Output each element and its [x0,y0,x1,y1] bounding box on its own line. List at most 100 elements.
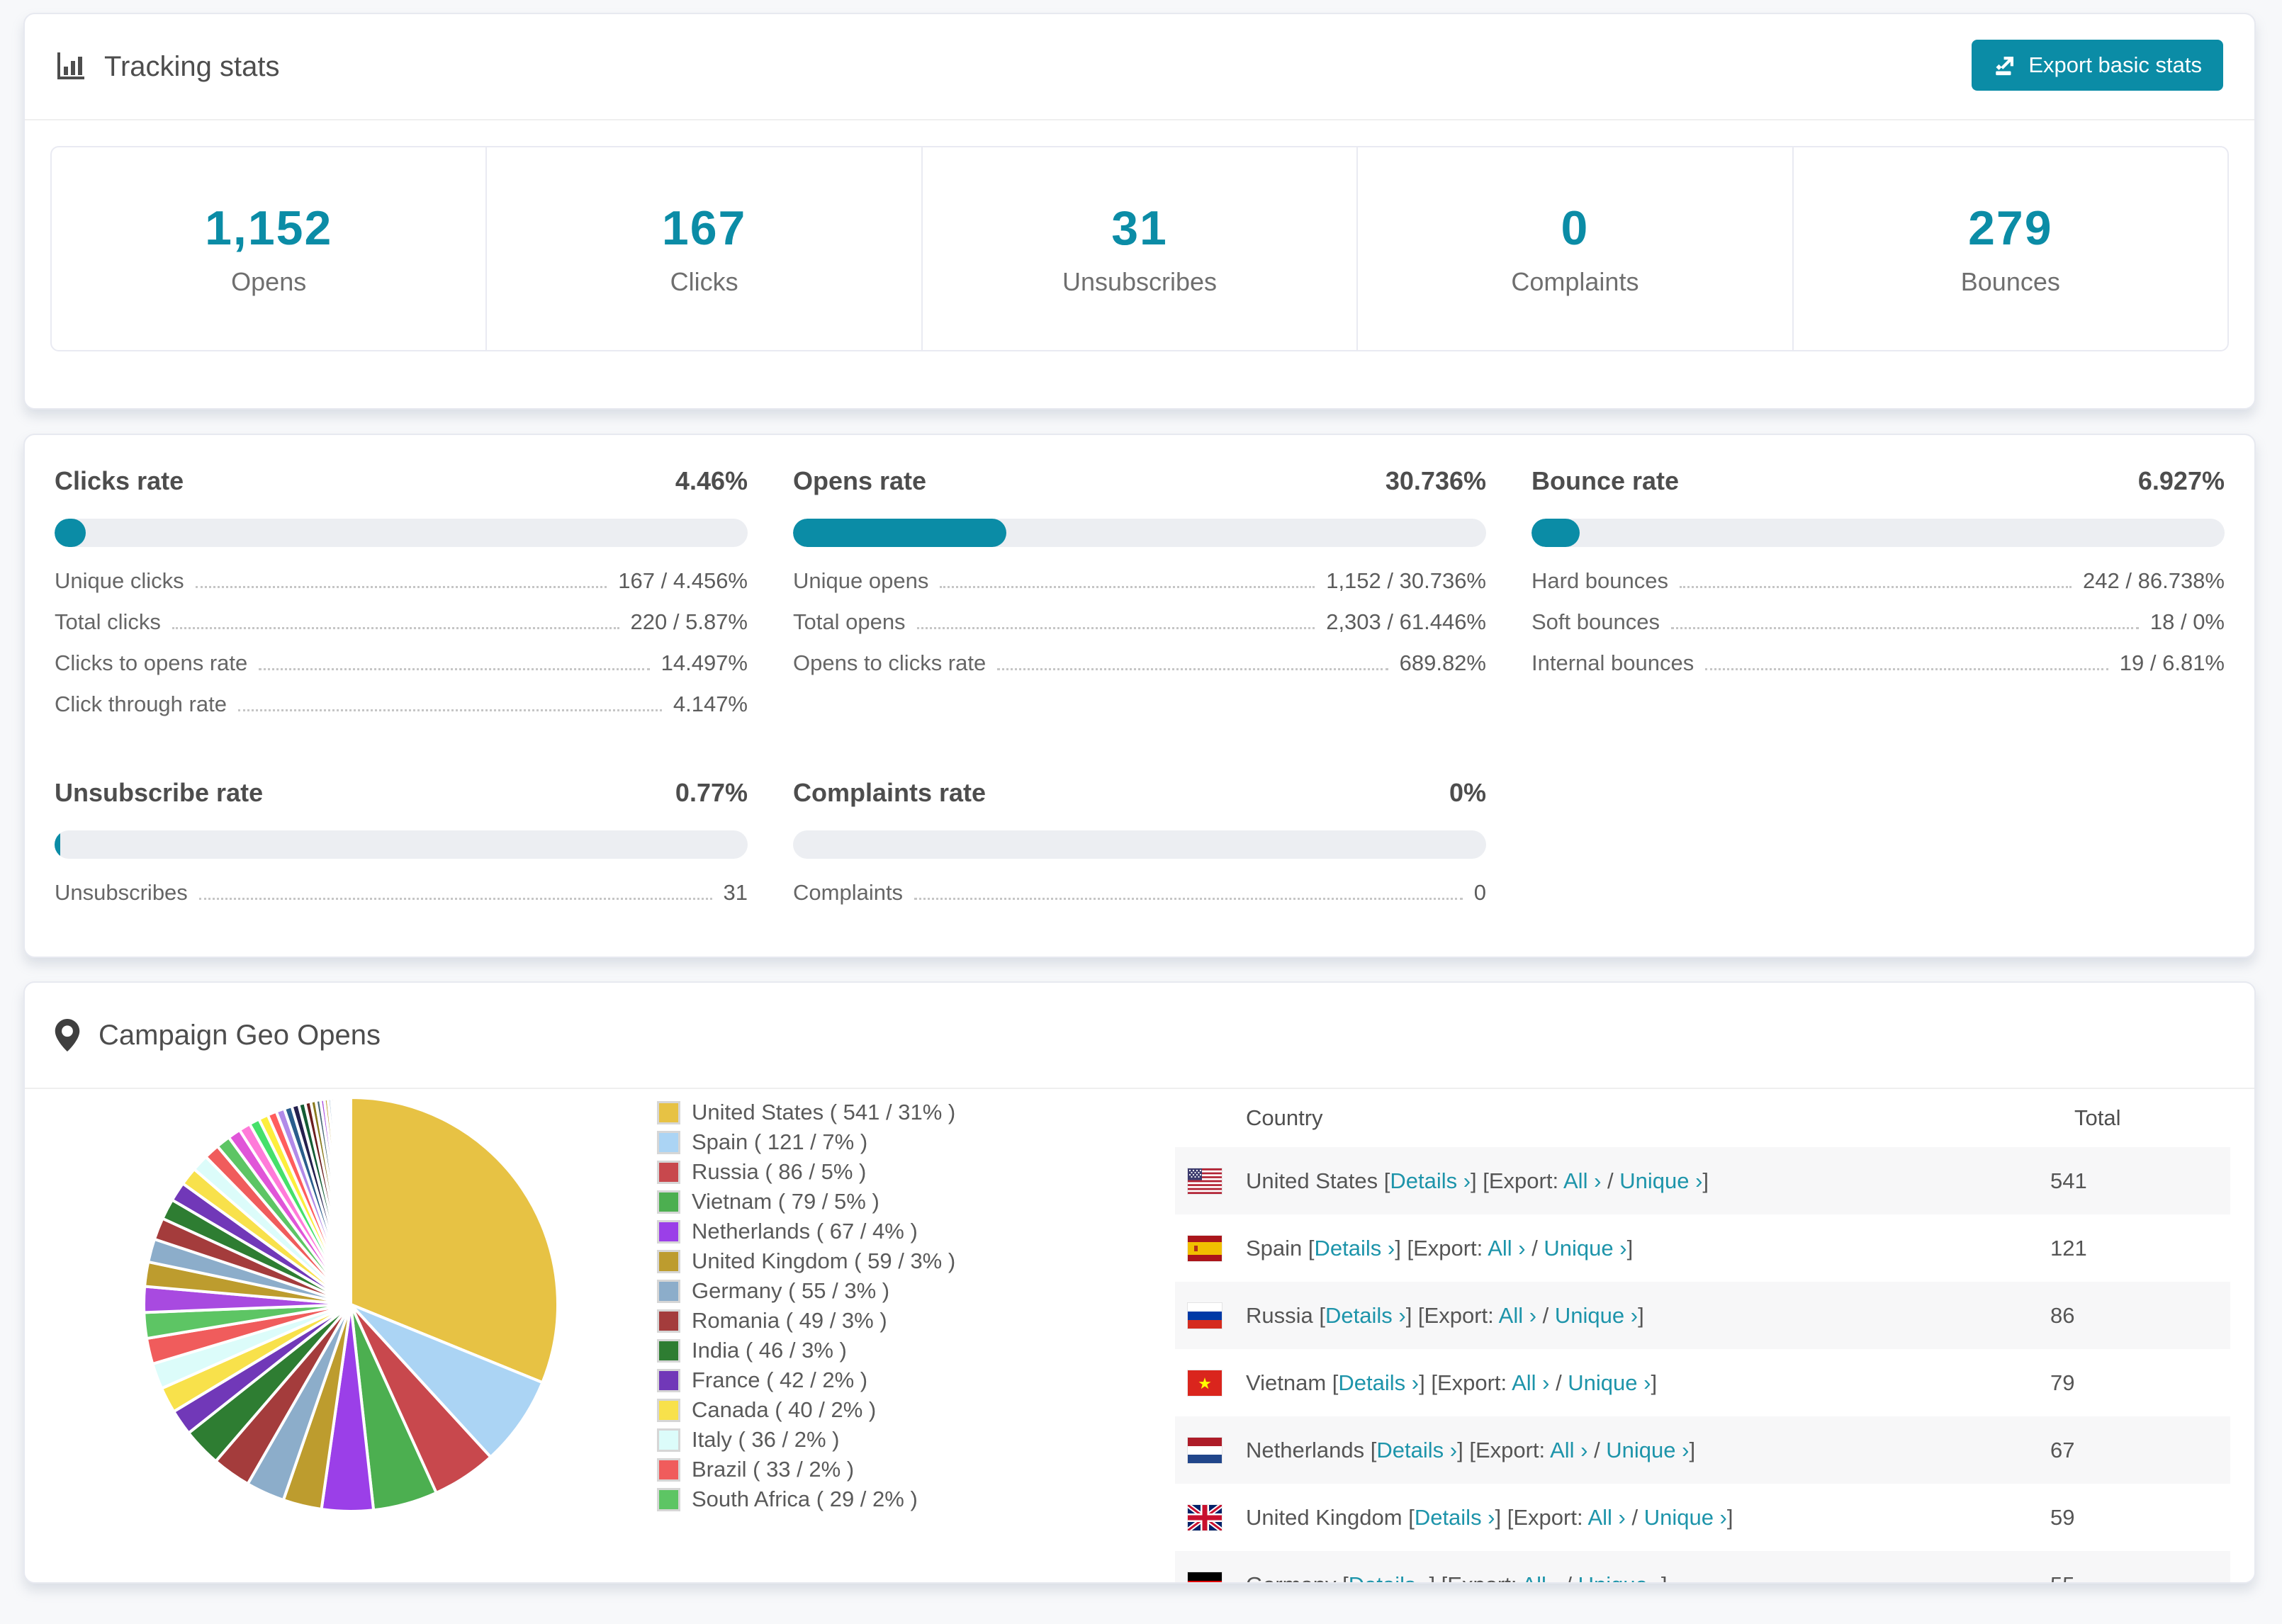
bracket: [ [1308,1235,1315,1261]
details-link[interactable]: Details › [1338,1370,1419,1395]
nl-flag-icon [1188,1437,1222,1463]
total-cell: 541 [2050,1168,2087,1193]
country-name: Spain [1246,1235,1308,1261]
dotted-leader [1680,586,2072,588]
rate-progress-bar [793,830,1486,859]
rate-row: Unsubscribes 31 [55,880,748,921]
legend-item[interactable]: Netherlands ( 67 / 4% ) [657,1217,955,1246]
export-unique-link[interactable]: Unique › [1544,1236,1626,1261]
rate-panel-head: Bounce rate 6.927% [1531,466,2225,496]
dotted-leader [914,898,1463,900]
export-all-link[interactable]: All › [1587,1505,1625,1530]
bracket: ] [1689,1437,1696,1462]
rate-row-value: 0 [1473,880,1486,905]
export-basic-stats-button[interactable]: Export basic stats [1972,40,2223,91]
rate-row-value: 1,152 / 30.736% [1326,568,1486,593]
rate-row-value: 2,303 / 61.446% [1326,609,1486,634]
rate-row-value: 18 / 0% [2149,609,2225,634]
details-link[interactable]: Details › [1376,1438,1457,1462]
legend-label: France ( 42 / 2% ) [692,1368,868,1392]
legend-swatch [657,1279,680,1303]
pie-svg [142,1095,559,1513]
rate-value: 0% [1449,778,1486,807]
stat-label: Clicks [670,267,738,296]
bracket: ] [Export: [1457,1437,1551,1462]
legend-item[interactable]: United States ( 541 / 31% ) [657,1098,955,1127]
export-all-link[interactable]: All › [1499,1303,1536,1328]
details-link[interactable]: Details › [1349,1572,1429,1583]
legend-item[interactable]: Italy ( 36 / 2% ) [657,1425,955,1455]
details-link[interactable]: Details › [1415,1505,1495,1530]
legend-item[interactable]: Romania ( 49 / 3% ) [657,1306,955,1336]
rate-row: Clicks to opens rate 14.497% [55,650,748,692]
export-unique-link[interactable]: Unique › [1606,1438,1689,1462]
rate-row-value: 4.147% [673,692,748,716]
dotted-leader [997,668,1388,670]
rate-panel: Complaints rate 0% Complaints 0 [793,778,1486,921]
rate-title: Opens rate [793,466,927,495]
table-row: United Kingdom [Details ›] [Export: All … [1175,1484,2230,1551]
legend-swatch [657,1190,680,1214]
rate-row-value: 19 / 6.81% [2119,650,2225,675]
legend-item[interactable]: Spain ( 121 / 7% ) [657,1127,955,1157]
svg-text:★: ★ [1198,1375,1212,1392]
stat-value: 167 [661,201,747,255]
legend-swatch [657,1428,680,1452]
country-name: United States [1246,1168,1384,1193]
legend-item[interactable]: France ( 42 / 2% ) [657,1365,955,1395]
legend-label: Brazil ( 33 / 2% ) [692,1457,855,1482]
export-unique-link[interactable]: Unique › [1568,1370,1651,1395]
export-all-link[interactable]: All › [1488,1236,1525,1261]
tracking-stats-header: Tracking stats Export basic stats [25,14,2254,120]
rate-row-label: Hard bounces [1531,568,1669,593]
details-link[interactable]: Details › [1325,1303,1406,1328]
legend-item[interactable]: India ( 46 / 3% ) [657,1336,955,1365]
bracket: ] [Export: [1405,1302,1499,1328]
rate-value: 6.927% [2137,466,2225,495]
bracket: ] [1651,1370,1658,1395]
legend-item[interactable]: Vietnam ( 79 / 5% ) [657,1187,955,1217]
campaign-geo-opens-header: Campaign Geo Opens [25,983,2254,1089]
dotted-leader [940,586,1315,588]
rate-row: Opens to clicks rate 689.82% [793,650,1486,692]
total-cell: 59 [2050,1504,2075,1530]
legend-swatch [657,1249,680,1273]
legend-item[interactable]: Russia ( 86 / 5% ) [657,1157,955,1187]
stats-row: 1,152 Opens 167 Clicks 31 Unsubscribes 0 Compla… [50,146,2229,351]
total-cell: 79 [2050,1370,2075,1395]
rate-panel-head: Clicks rate 4.46% [55,466,748,496]
rate-row: Total opens 2,303 / 61.446% [793,609,1486,650]
rate-row: Hard bounces 242 / 86.738% [1531,568,2225,609]
export-all-link[interactable]: All › [1512,1370,1549,1395]
rates-card: Clicks rate 4.46% Unique clicks 167 / 4.456… [23,434,2256,958]
bracket: ] [Export: [1471,1168,1563,1193]
legend-item[interactable]: United Kingdom ( 59 / 3% ) [657,1246,955,1276]
rate-row: Total clicks 220 / 5.87% [55,609,748,650]
country-cell: Vietnam [Details ›] [Export: All › / Uni… [1222,1370,2050,1396]
legend-item[interactable]: South Africa ( 29 / 2% ) [657,1484,955,1514]
details-link[interactable]: Details › [1315,1236,1395,1261]
export-all-link[interactable]: All › [1563,1168,1601,1193]
export-unique-link[interactable]: Unique › [1555,1303,1638,1328]
legend-item[interactable]: Canada ( 40 / 2% ) [657,1395,955,1425]
legend-item[interactable]: Brazil ( 33 / 2% ) [657,1455,955,1484]
export-unique-link[interactable]: Unique › [1619,1168,1702,1193]
rate-rows: Complaints 0 [793,880,1486,921]
rate-value: 4.46% [675,466,748,495]
details-link[interactable]: Details › [1390,1168,1471,1193]
rate-row-label: Soft bounces [1531,609,1660,634]
bracket: [ [1408,1504,1415,1530]
export-all-link[interactable]: All › [1522,1572,1559,1583]
es-flag-icon [1188,1235,1222,1261]
country-name: Vietnam [1246,1370,1332,1395]
bracket: ] [Export: [1419,1370,1512,1395]
rate-row-value: 167 / 4.456% [618,568,748,593]
legend-label: Netherlands ( 67 / 4% ) [692,1219,918,1244]
geo-table-header-row: Country Total [1175,1089,2230,1147]
export-unique-link[interactable]: Unique › [1578,1572,1661,1583]
legend-item[interactable]: Germany ( 55 / 3% ) [657,1276,955,1306]
export-unique-link[interactable]: Unique › [1644,1505,1727,1530]
export-all-link[interactable]: All › [1550,1438,1587,1462]
campaign-geo-opens-title: Campaign Geo Opens [99,1019,381,1051]
rate-rows: Unsubscribes 31 [55,880,748,921]
